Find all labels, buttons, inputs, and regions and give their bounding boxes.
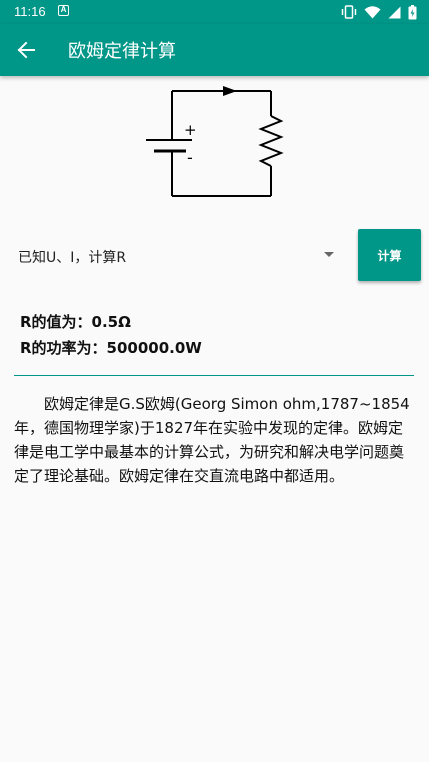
ohms-law-description: 欧姆定律是G.S欧姆(Georg Simon ohm,1787~1854年，德国… xyxy=(14,395,410,485)
battery-charging-icon xyxy=(408,4,417,19)
app-toolbar: 欧姆定律计算 xyxy=(0,24,429,76)
back-button[interactable] xyxy=(10,34,42,66)
resistance-result: R的值为：0.5Ω xyxy=(20,313,131,331)
battery-minus-label: - xyxy=(187,148,193,167)
notification-icon: A xyxy=(58,5,69,16)
battery-icon xyxy=(146,139,192,153)
arrow-back-icon xyxy=(17,41,35,59)
circuit-diagram: + - xyxy=(146,86,284,197)
status-icons xyxy=(341,4,417,20)
signal-icon xyxy=(388,6,401,18)
calculation-mode-dropdown[interactable]: 已知U、I，计算R xyxy=(8,232,340,280)
page-title: 欧姆定律计算 xyxy=(68,41,176,62)
calculate-button[interactable]: 计算 xyxy=(358,229,421,281)
power-result: R的功率为：500000.0W xyxy=(20,339,202,357)
calculation-mode-selected: 已知U、I，计算R xyxy=(18,250,127,266)
divider xyxy=(14,375,414,376)
current-arrow-icon xyxy=(223,86,237,96)
dropdown-arrow-icon xyxy=(324,252,334,257)
vibrate-icon xyxy=(341,5,357,19)
battery-plus-label: + xyxy=(184,121,197,139)
wifi-icon xyxy=(364,5,381,18)
status-bar: 11:16 A xyxy=(0,0,429,24)
status-time: 11:16 xyxy=(14,4,46,19)
resistor-icon xyxy=(258,115,284,167)
